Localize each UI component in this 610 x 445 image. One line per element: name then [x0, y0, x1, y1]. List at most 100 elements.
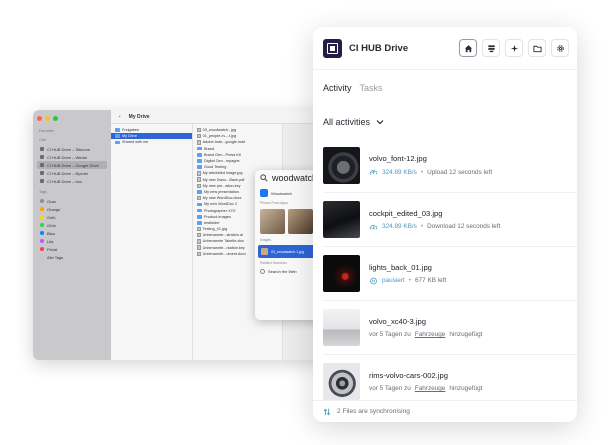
settings-button[interactable]	[551, 39, 569, 57]
activity-meta: cockpit_edited_03.jpg 324.89 KB/s • Downloa…	[369, 209, 500, 231]
activity-meta: volvo_font-12.jpg 324.89 KB/s • Upload 12 s…	[369, 154, 492, 176]
folder-link[interactable]: Fahrzeuge	[415, 331, 446, 338]
transfer-detail: 677 KB left	[415, 277, 447, 284]
cloud-download-icon	[369, 224, 378, 230]
sidebar-item-location[interactable]: CI HUB Drive – Bynder	[37, 169, 107, 177]
finder-row[interactable]: Shared with me	[111, 139, 192, 145]
transfer-status: vor 5 Tagen zu Fahrzeuge hinzugefügt	[369, 385, 482, 392]
minimize-window-button[interactable]	[45, 116, 50, 121]
pause-circle-icon	[370, 277, 377, 284]
finder-row-label: My new presentation	[204, 189, 240, 194]
sidebar-item-tag[interactable]: Grün	[37, 221, 107, 229]
file-name: volvo_xc40-3.jpg	[369, 317, 426, 326]
tag-color-dot	[40, 223, 44, 227]
file-icon	[197, 239, 201, 244]
finder-row-label: My new WordDoc.docx	[202, 196, 242, 201]
sidebar-item-tag[interactable]: Privat	[37, 245, 107, 253]
transfer-speed: 324.89 KB/s	[382, 168, 417, 176]
file-name: rims-volvo-cars-002.jpg	[369, 371, 448, 380]
sidebar-item-location[interactable]: CI HUB Drive – Wedia	[37, 153, 107, 161]
image-file-icon	[261, 248, 268, 255]
folder-icon	[115, 140, 120, 145]
file-icon	[197, 233, 201, 238]
spotlight-result-title: Woodwatch	[271, 190, 292, 196]
folder-icon	[197, 146, 202, 151]
transfer-status: pausiert • 677 KB left	[369, 277, 446, 285]
finder-row-label: My Drive	[122, 134, 137, 139]
finder-row-label: Unbenannte Tabelle.xlsx	[202, 239, 244, 244]
tab-activity[interactable]: Activity	[323, 83, 352, 93]
sidebar-item-tag[interactable]: Alle Tags	[37, 253, 107, 261]
sidebar-item-location[interactable]: CI HUB Drive – box	[37, 177, 107, 185]
sparkle-button[interactable]	[505, 39, 523, 57]
file-icon	[197, 251, 201, 257]
activity-item[interactable]: cockpit_edited_03.jpg 324.89 KB/s • Downloa…	[323, 192, 577, 246]
finder-row-label: Good Testing	[204, 165, 227, 170]
sidebar-item-tag[interactable]: Grau	[37, 197, 107, 205]
activity-item[interactable]: volvo_font-12.jpg 324.89 KB/s • Upload 12 s…	[323, 138, 577, 192]
finder-row-label: Unbenannte...stration.ai	[202, 233, 243, 238]
sidebar-item-location[interactable]: CI HUB Drive – Google Drive	[37, 161, 107, 169]
home-icon	[464, 44, 472, 52]
folder-icon	[197, 214, 202, 219]
added-suffix: hinzugefügt	[449, 331, 483, 338]
activity-item[interactable]: volvo_xc40-3.jpgvor 5 Tagen zu Fahrzeuge h…	[323, 300, 577, 354]
sidebar-item-tag[interactable]: Orange	[37, 205, 107, 213]
separator-dot: •	[420, 223, 424, 230]
transfer-status: 324.89 KB/s • Download 12 seconds left	[369, 223, 500, 231]
transfer-detail: Upload 12 seconds left	[427, 168, 493, 176]
sidebar-item-tag[interactable]: Gelb	[37, 213, 107, 221]
sync-footer: 2 Files are synchronising	[313, 400, 577, 422]
facebook-icon	[260, 189, 268, 197]
tag-label: Orange	[47, 206, 61, 212]
tag-label: Gelb	[47, 214, 56, 220]
stack-icon	[487, 44, 495, 52]
finder-row-label: 01_people-in-...t.jpg	[202, 134, 237, 139]
sidebar-item-location[interactable]: CI HUB Drive – Sitecore	[37, 145, 107, 153]
sidebar-item-tag[interactable]: Blau	[37, 229, 107, 237]
file-thumbnail	[323, 363, 360, 400]
cloud-drive-icon	[40, 179, 44, 183]
finder-row-label: Brand	[204, 146, 215, 151]
spotlight-query: woodwatch	[272, 173, 318, 183]
file-icon	[197, 171, 201, 176]
folder-icon	[532, 45, 542, 52]
file-icon	[197, 134, 201, 139]
finder-row-label: Testing_01.jpg	[202, 227, 228, 232]
transfer-status: vor 5 Tagen zu Fahrzeuge hinzugefügt	[369, 331, 482, 338]
back-chevron-icon[interactable]: ‹	[119, 114, 121, 120]
folder-link[interactable]: Fahrzeuge	[415, 385, 446, 392]
cloud-drive-icon	[40, 171, 44, 175]
photo-thumbnail[interactable]	[288, 209, 313, 234]
folder-button[interactable]	[528, 39, 546, 57]
header-actions	[459, 39, 569, 57]
separator-dot: •	[408, 277, 411, 284]
added-suffix: hinzugefügt	[449, 385, 483, 392]
activity-filter-dropdown[interactable]: All activities	[323, 117, 384, 127]
finder-row-label: testfolder	[204, 220, 220, 225]
finder-sidebar: Favoriten Orte CI HUB Drive – Sitecore C…	[33, 110, 111, 360]
finder-row-label: My wieddded image.jpg	[202, 171, 243, 176]
photo-thumbnail[interactable]	[260, 209, 285, 234]
finder-row-label: My new Dwcu...Bank.pdf	[202, 177, 245, 182]
transfer-speed: pausiert	[382, 277, 405, 284]
sidebar-heading-locations: Orte	[39, 138, 46, 142]
activity-meta: volvo_xc40-3.jpgvor 5 Tagen zu Fahrzeuge h…	[369, 317, 482, 338]
file-thumbnail	[323, 309, 360, 346]
column-drive: Freigaben My Drive Shared with me	[111, 124, 193, 360]
folder-icon	[197, 208, 202, 213]
finder-row-label: Product-Images	[204, 214, 231, 219]
sidebar-item-tag[interactable]: Lila	[37, 237, 107, 245]
finder-row-label: Shared with me	[122, 140, 149, 145]
finder-row-label: Freigaben	[122, 128, 140, 133]
activity-list: volvo_font-12.jpg 324.89 KB/s • Upload 12 s…	[323, 138, 577, 408]
zoom-window-button[interactable]	[53, 116, 58, 121]
close-window-button[interactable]	[37, 116, 42, 121]
tab-tasks[interactable]: Tasks	[360, 83, 383, 93]
activity-item[interactable]: lights_back_01.jpg pausiert • 677 KB left	[323, 246, 577, 300]
tag-label: Grau	[47, 198, 56, 204]
sidebar-heading-tags: Tags	[39, 190, 47, 194]
folder-icon	[197, 165, 202, 170]
stack-button[interactable]	[482, 39, 500, 57]
home-button[interactable]	[459, 39, 477, 57]
